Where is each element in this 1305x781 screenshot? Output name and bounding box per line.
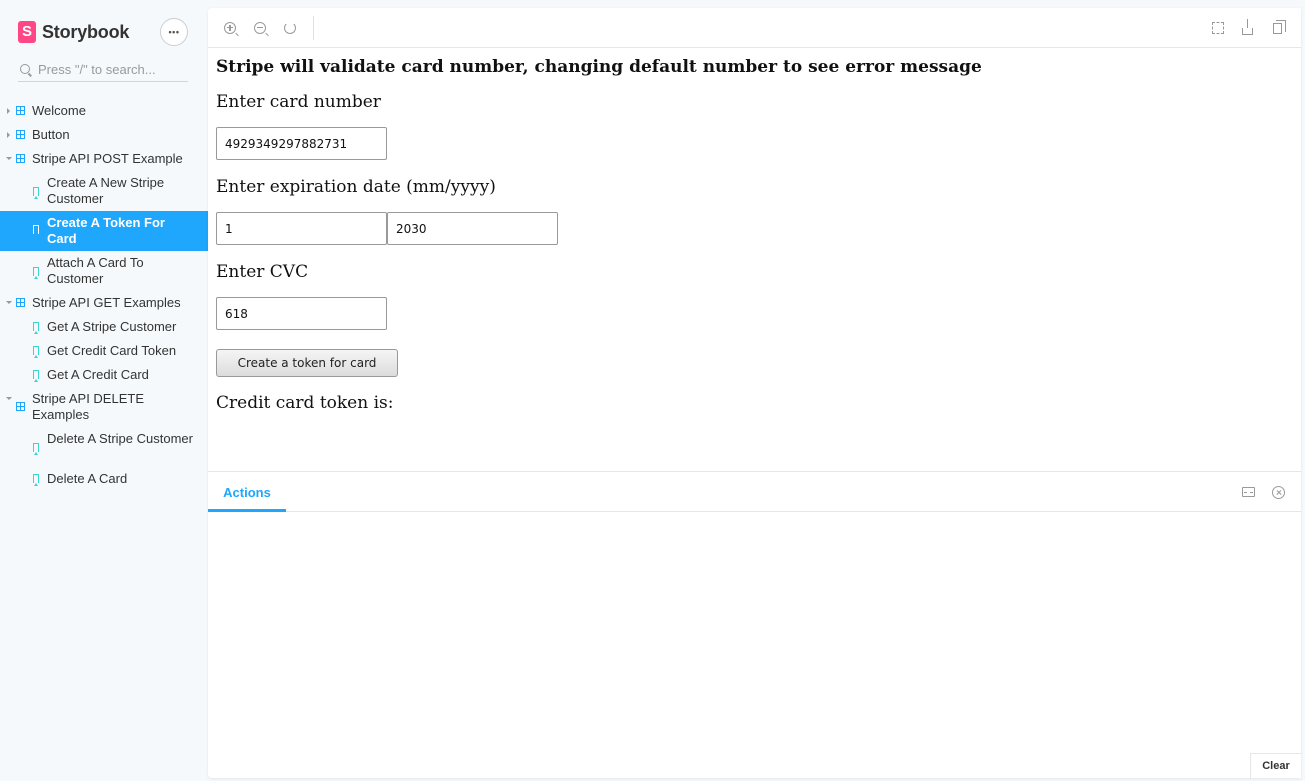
cvc-label: Enter CVC: [216, 262, 309, 282]
tree-item-get-card[interactable]: Get A Credit Card: [0, 367, 208, 383]
sidebar-menu-button[interactable]: [160, 18, 188, 46]
story-bookmark-icon: [33, 443, 39, 455]
open-in-new-tab-icon[interactable]: [1242, 19, 1253, 35]
card-number-input[interactable]: [216, 127, 387, 160]
story-bookmark-icon: [33, 267, 39, 279]
tree-item-label: Stripe API POST Example: [32, 151, 183, 166]
tree-item-label: Create A Token For Card: [47, 215, 165, 246]
tree-item-label: Stripe API DELETE Examples: [32, 391, 144, 422]
tab-actions[interactable]: Actions: [208, 472, 286, 512]
tree-item-label: Attach A Card To Customer: [47, 255, 144, 286]
component-icon: [16, 154, 25, 163]
expanded-caret-icon: [6, 157, 12, 160]
tree-item-stripe-post[interactable]: Stripe API POST Example: [0, 151, 208, 167]
tree-item-label: Create A New Stripe Customer: [47, 175, 165, 206]
tree-item-label: Get Credit Card Token: [47, 343, 177, 358]
zoom-reset-icon[interactable]: [284, 22, 296, 34]
tree-item-welcome[interactable]: Welcome: [0, 103, 208, 119]
tree-item-label: Delete A Card: [47, 471, 128, 486]
preview-toolbar: [208, 8, 1301, 48]
tree-item-label: Delete A Stripe Customer: [47, 431, 193, 446]
panel-orientation-icon[interactable]: [1242, 487, 1255, 497]
card-number-label: Enter card number: [216, 92, 381, 112]
component-icon: [16, 402, 25, 411]
sidebar: S Storybook Welcome Button Stripe API PO…: [0, 0, 208, 781]
tree-item-button[interactable]: Button: [0, 127, 208, 143]
story-bookmark-icon: [33, 474, 39, 486]
clear-button[interactable]: Clear: [1250, 753, 1301, 778]
tree-item-attach-card[interactable]: Attach A Card To Customer: [0, 255, 208, 295]
tree-item-delete-customer[interactable]: Delete A Stripe Customer: [0, 431, 208, 471]
expanded-caret-icon: [6, 301, 12, 304]
expiry-label: Enter expiration date (mm/yyyy): [216, 177, 496, 197]
tree-item-stripe-delete[interactable]: Stripe API DELETE Examples: [0, 391, 208, 427]
fullscreen-icon[interactable]: [1212, 22, 1224, 34]
zoom-out-icon[interactable]: [254, 22, 266, 34]
expiry-year-input[interactable]: [387, 212, 558, 245]
tree-item-label: Get A Stripe Customer: [47, 319, 177, 334]
story-bookmark-icon: [33, 370, 39, 382]
toolbar-divider: [313, 16, 314, 40]
cvc-input[interactable]: [216, 297, 387, 330]
collapsed-caret-icon: [7, 132, 10, 138]
search-box: [18, 58, 188, 82]
tree-item-stripe-get[interactable]: Stripe API GET Examples: [0, 295, 208, 311]
copy-link-icon[interactable]: [1273, 20, 1286, 34]
story-bookmark-icon: [33, 187, 39, 199]
component-icon: [16, 106, 25, 115]
storybook-logo-icon: S: [18, 21, 36, 43]
token-result-label: Credit card token is:: [216, 393, 394, 413]
addons-tabbar: Actions: [208, 472, 1301, 512]
tree-item-label: Welcome: [32, 103, 86, 118]
search-input[interactable]: [38, 62, 178, 77]
create-token-button[interactable]: Create a token for card: [216, 349, 398, 377]
close-panel-icon[interactable]: [1272, 486, 1285, 499]
zoom-in-icon[interactable]: [224, 22, 239, 37]
search-icon: [20, 63, 30, 74]
story-bookmark-icon: [33, 322, 39, 334]
tree-item-label: Stripe API GET Examples: [32, 295, 181, 310]
collapsed-caret-icon: [7, 108, 10, 114]
expanded-caret-icon: [6, 397, 12, 400]
brand-name: Storybook: [42, 21, 130, 42]
tree-item-label: Get A Credit Card: [47, 367, 149, 382]
expiry-month-input[interactable]: [216, 212, 387, 245]
story-bookmark-icon: [33, 346, 39, 358]
addons-panel: Actions Clear: [208, 471, 1301, 778]
preview-panel: Stripe will validate card number, changi…: [208, 8, 1301, 778]
tree-item-label: Button: [32, 127, 70, 142]
story-bookmark-icon: [33, 225, 39, 237]
component-icon: [16, 130, 25, 139]
tree-item-get-token[interactable]: Get Credit Card Token: [0, 343, 208, 359]
storybook-brand[interactable]: S Storybook: [18, 20, 129, 44]
tree-item-create-token[interactable]: Create A Token For Card: [0, 211, 208, 251]
tree-item-get-customer[interactable]: Get A Stripe Customer: [0, 319, 208, 335]
story-canvas: Stripe will validate card number, changi…: [216, 56, 1296, 466]
tree-item-create-customer[interactable]: Create A New Stripe Customer: [0, 175, 208, 215]
component-icon: [16, 298, 25, 307]
story-heading: Stripe will validate card number, changi…: [216, 57, 982, 77]
tree-item-delete-card[interactable]: Delete A Card: [0, 471, 208, 487]
